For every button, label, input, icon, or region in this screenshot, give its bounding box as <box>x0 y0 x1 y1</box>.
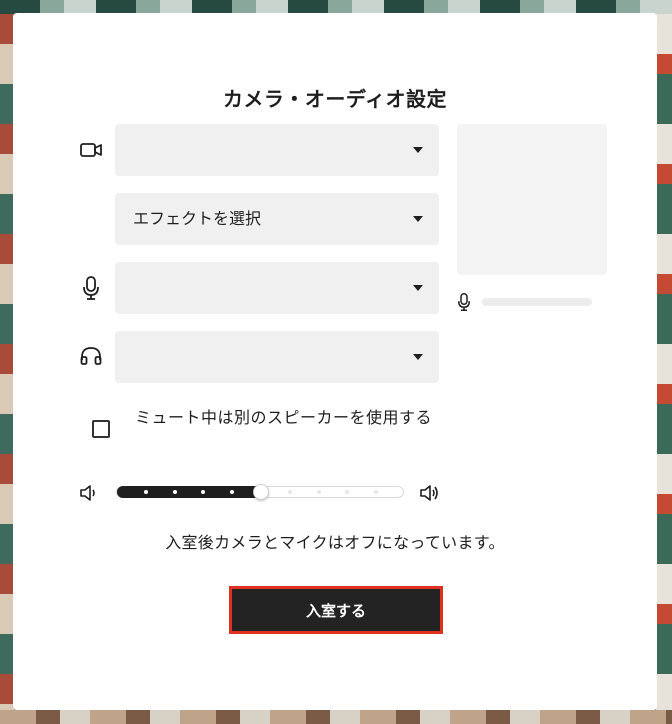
microphone-icon <box>79 276 103 300</box>
effect-select[interactable]: エフェクトを選択 <box>115 193 439 245</box>
speaker-select[interactable] <box>115 331 439 383</box>
volume-slider-fill <box>117 486 261 498</box>
volume-step-dot <box>288 490 292 494</box>
mute-speaker-label[interactable]: ミュート中は別のスピーカーを使用する <box>135 404 435 432</box>
chevron-down-icon <box>413 216 423 222</box>
video-camera-icon <box>79 138 103 162</box>
info-message: 入室後カメラとマイクはオフになっています。 <box>165 533 505 552</box>
chevron-down-icon <box>413 285 423 291</box>
microphone-select[interactable] <box>115 262 439 314</box>
chevron-down-icon <box>413 354 423 360</box>
camera-audio-settings-modal: カメラ・オーディオ設定 エフェクトを選択 ミュート中は別のスピーカーを使用する … <box>13 13 657 710</box>
enter-room-button[interactable]: 入室する <box>229 586 443 634</box>
background-game-scene-bottom <box>0 710 672 724</box>
volume-slider[interactable] <box>116 484 404 500</box>
volume-step-dot <box>201 490 205 494</box>
camera-preview <box>457 124 607 275</box>
chevron-down-icon <box>413 147 423 153</box>
mute-speaker-checkbox[interactable] <box>92 420 110 438</box>
mic-input-level-meter <box>482 298 592 306</box>
effect-select-value: エフェクトを選択 <box>133 209 262 228</box>
background-game-scene-right <box>656 14 672 724</box>
volume-slider-thumb[interactable] <box>253 484 269 500</box>
volume-step-dot <box>144 490 148 494</box>
background-game-scene-top <box>0 0 672 14</box>
volume-step-dot <box>317 490 321 494</box>
volume-step-dot <box>374 490 378 494</box>
volume-step-dot <box>173 490 177 494</box>
modal-title: カメラ・オーディオ設定 <box>222 87 448 111</box>
volume-step-dot <box>345 490 349 494</box>
camera-select[interactable] <box>115 124 439 176</box>
microphone-icon <box>457 293 475 311</box>
volume-high-icon <box>419 484 439 502</box>
headphones-icon <box>79 344 103 368</box>
volume-step-dot <box>230 490 234 494</box>
volume-low-icon <box>79 484 99 502</box>
background-game-scene-left <box>0 14 14 724</box>
